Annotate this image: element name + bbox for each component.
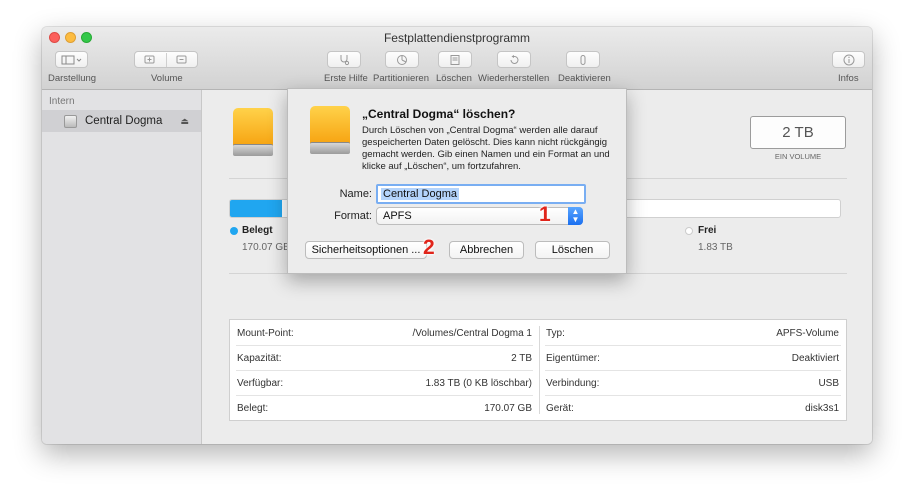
sidebar-view-icon: [61, 55, 81, 64]
info-key: Verfügbar:: [237, 378, 284, 389]
security-options-label: Sicherheitsoptionen ...: [311, 244, 421, 256]
toolbar: Festplattendienstprogramm Darstellung Vo…: [42, 27, 872, 90]
info-value: APFS-Volume: [776, 328, 839, 339]
usage-bar-used: [230, 200, 282, 217]
unmount-label: Deaktivieren: [558, 73, 611, 84]
view-button[interactable]: [55, 51, 88, 68]
erase-dialog: „Central Dogma“ löschen? Durch Löschen v…: [287, 88, 627, 274]
name-input-value: Central Dogma: [381, 188, 459, 200]
info-row-capacity: Kapazität: 2 TB: [230, 346, 539, 371]
capacity-box: 2 TB: [750, 116, 846, 149]
info-table: Mount-Point: /Volumes/Central Dogma 1 Ka…: [229, 319, 847, 421]
cancel-button[interactable]: Abbrechen: [449, 241, 524, 259]
used-legend-label: Belegt: [242, 225, 273, 236]
format-select[interactable]: APFS ▲ ▼: [376, 207, 583, 225]
security-options-button[interactable]: Sicherheitsoptionen ...: [305, 241, 427, 259]
info-value: disk3s1: [805, 403, 839, 414]
info-key: Typ:: [546, 328, 565, 339]
updown-chevron-icon: ▲ ▼: [568, 207, 583, 225]
volume-disk-icon: [233, 108, 273, 156]
cancel-label: Abbrechen: [459, 244, 514, 256]
info-icon: [843, 54, 854, 65]
window-title: Festplattendienstprogramm: [383, 31, 531, 45]
name-input[interactable]: Central Dogma: [376, 184, 586, 204]
info-row-connection: Verbindung: USB: [539, 371, 846, 396]
free-legend-value: 1.83 TB: [698, 242, 733, 253]
sidebar-section-intern: Intern: [49, 96, 75, 107]
sidebar-item-central-dogma[interactable]: Central Dogma ⏏: [42, 110, 201, 132]
info-key: Verbindung:: [546, 378, 600, 389]
view-label: Darstellung: [48, 73, 97, 84]
erase-button[interactable]: Löschen: [535, 241, 610, 259]
dialog-message: Durch Löschen von „Central Dogma“ werden…: [362, 125, 610, 172]
add-volume-icon[interactable]: [135, 52, 167, 67]
remove-volume-icon[interactable]: [167, 53, 198, 67]
stethoscope-icon: [340, 54, 350, 65]
unmount-icon: [580, 54, 586, 65]
annotation-marker-2: 2: [423, 236, 435, 259]
format-label: Format:: [334, 210, 372, 222]
dialog-disk-icon: [310, 106, 350, 154]
used-legend-dot: [230, 227, 238, 235]
annotation-marker-1: 1: [539, 203, 551, 226]
partition-button[interactable]: [385, 51, 419, 68]
used-legend-value: 170.07 GB: [242, 242, 290, 253]
info-key: Mount-Point:: [237, 328, 294, 339]
restore-label: Wiederherstellen: [478, 73, 550, 84]
free-legend-dot: [685, 227, 693, 235]
restore-button[interactable]: [497, 51, 531, 68]
info-label: Infos: [838, 73, 859, 84]
info-key: Belegt:: [237, 403, 269, 414]
erase-disk-icon: [450, 54, 460, 65]
volume-button-group: [134, 51, 198, 68]
free-legend-label: Frei: [698, 225, 717, 236]
dialog-title: „Central Dogma“ löschen?: [362, 107, 516, 121]
info-value: Deaktiviert: [791, 353, 839, 364]
info-key: Eigentümer:: [546, 353, 600, 364]
first-aid-label: Erste Hilfe: [324, 73, 368, 84]
info-value: 1.83 TB (0 KB löschbar): [425, 378, 532, 389]
erase-toolbar-button[interactable]: [438, 51, 472, 68]
pie-partition-icon: [397, 54, 407, 65]
info-row-device: Gerät: disk3s1: [539, 396, 846, 421]
capacity-label: EIN VOLUME: [774, 152, 822, 161]
info-value: USB: [818, 378, 839, 389]
info-key: Gerät:: [546, 403, 574, 414]
sidebar: Intern Central Dogma ⏏: [42, 90, 202, 444]
volume-label: Volume: [151, 73, 183, 84]
unmount-button[interactable]: [566, 51, 600, 68]
info-key: Kapazität:: [237, 353, 282, 364]
info-value: 2 TB: [511, 353, 532, 364]
eject-icon[interactable]: ⏏: [180, 116, 189, 127]
info-row-owners: Eigentümer: Deaktiviert: [539, 346, 846, 371]
name-label: Name:: [339, 188, 372, 200]
erase-label: Löschen: [551, 244, 594, 256]
first-aid-button[interactable]: [327, 51, 361, 68]
info-row-available: Verfügbar: 1.83 TB (0 KB löschbar): [230, 371, 539, 396]
info-row-mount-point: Mount-Point: /Volumes/Central Dogma 1: [230, 321, 539, 346]
partition-label: Partitionieren: [373, 73, 429, 84]
sidebar-item-label: Central Dogma: [85, 115, 163, 127]
info-button[interactable]: [832, 51, 865, 68]
format-select-value: APFS: [383, 210, 412, 222]
disk-icon: [64, 114, 77, 128]
info-row-used: Belegt: 170.07 GB: [230, 396, 539, 421]
erase-toolbar-label: Löschen: [436, 73, 472, 84]
restore-arrow-icon: [510, 54, 519, 64]
info-row-type: Typ: APFS-Volume: [539, 321, 846, 346]
info-value: /Volumes/Central Dogma 1: [412, 328, 532, 339]
info-value: 170.07 GB: [484, 403, 532, 414]
